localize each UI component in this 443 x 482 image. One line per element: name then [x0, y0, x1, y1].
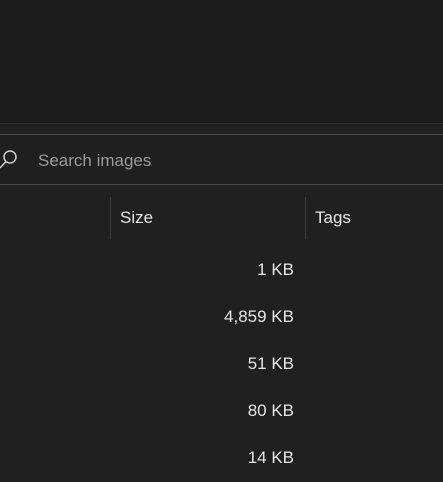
- search-input[interactable]: [38, 147, 418, 175]
- size-cell: 51 KB: [247, 354, 294, 373]
- table-row[interactable]: 80 KB: [0, 388, 443, 435]
- table-row[interactable]: 14 KB: [0, 435, 443, 482]
- size-cell: 1 KB: [257, 260, 294, 279]
- search-icon[interactable]: [0, 148, 20, 172]
- table-row[interactable]: 1 KB: [0, 247, 443, 294]
- column-header-tags[interactable]: Tags: [315, 208, 351, 228]
- size-cell: 80 KB: [247, 401, 294, 420]
- column-header-size[interactable]: Size: [120, 208, 153, 228]
- size-cell: 4,859 KB: [224, 307, 294, 326]
- table-row[interactable]: 51 KB: [0, 341, 443, 388]
- file-list: 1 KB 4,859 KB 51 KB 80 KB 14 KB: [0, 247, 443, 482]
- column-divider[interactable]: [305, 197, 306, 239]
- column-divider[interactable]: [110, 197, 111, 239]
- table-header: Size Tags: [0, 197, 443, 239]
- top-area: [0, 0, 443, 123]
- separator: [0, 123, 443, 124]
- size-cell: 14 KB: [247, 448, 294, 467]
- table-row[interactable]: 4,859 KB: [0, 294, 443, 341]
